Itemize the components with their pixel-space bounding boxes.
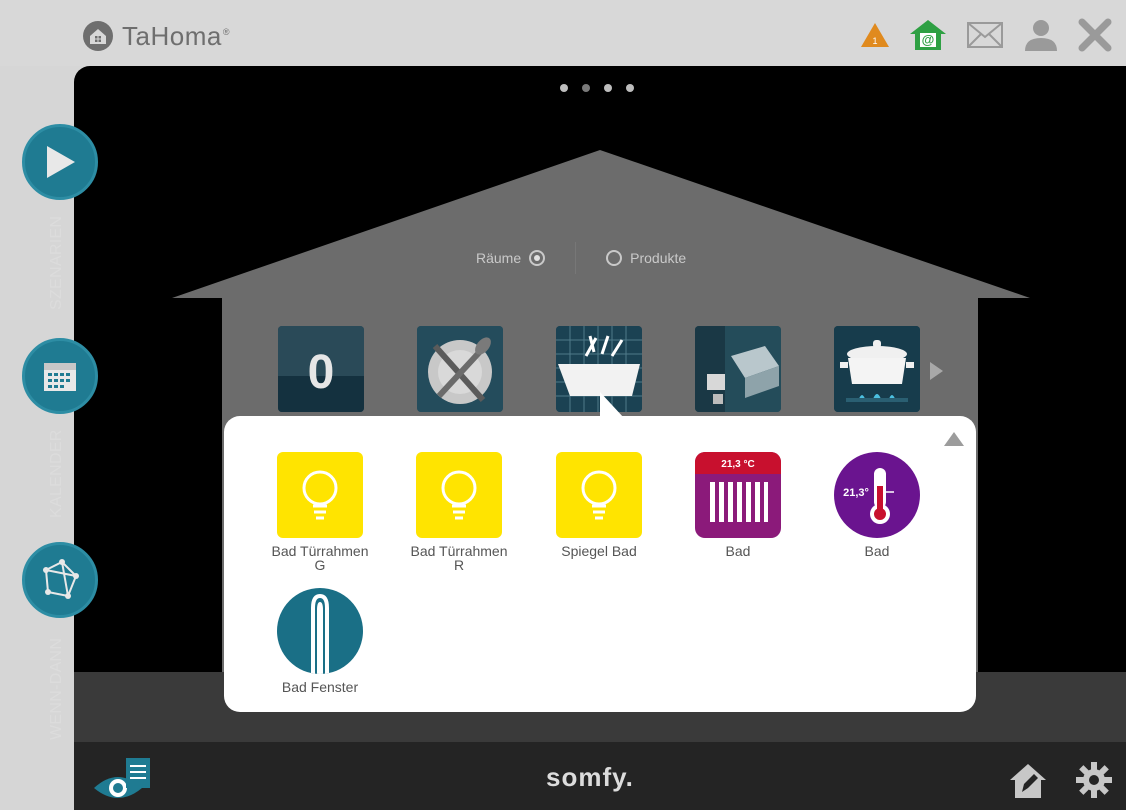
rules-label[interactable]: WENN-DANN <box>48 638 66 740</box>
rooms-radio[interactable] <box>529 250 546 266</box>
close-icon <box>1078 18 1112 52</box>
product-tile[interactable]: 21,3 °C Bad <box>683 452 793 558</box>
product-label: Bad <box>725 543 751 559</box>
products-radio[interactable] <box>606 250 623 266</box>
room-tile-zero[interactable]: 0 <box>278 326 364 412</box>
room-tile-bedroom[interactable] <box>695 326 781 412</box>
popup-pointer <box>600 392 624 418</box>
cooking-pot-icon <box>834 326 920 412</box>
calendar-icon <box>44 363 76 391</box>
collapse-popup-arrow[interactable] <box>944 432 964 446</box>
alert-button[interactable]: 1 <box>860 22 890 48</box>
close-button[interactable] <box>1078 18 1112 52</box>
brand: TaHoma® <box>82 20 230 52</box>
window-contact-icon <box>277 588 363 674</box>
night-mode-icon[interactable] <box>996 128 1086 218</box>
play-icon <box>47 146 75 178</box>
top-bar: TaHoma® 1 @ <box>0 0 1126 66</box>
toggle-divider <box>575 242 577 274</box>
plate-cutlery-icon <box>417 326 503 412</box>
zero-icon: 0 <box>278 326 364 412</box>
svg-text:0: 0 <box>308 346 335 399</box>
mail-icon <box>967 22 1003 48</box>
connection-status-button[interactable]: @ <box>908 18 948 52</box>
view-toggle: Räume Produkte <box>476 242 686 274</box>
rules-button[interactable] <box>22 542 98 618</box>
svg-text:1: 1 <box>872 36 877 46</box>
warning-icon: 1 <box>861 23 889 47</box>
room-tile-bathroom[interactable] <box>556 326 642 412</box>
bed-icon <box>695 326 781 412</box>
settings-gear-icon[interactable] <box>1074 760 1114 800</box>
rooms-next-arrow[interactable] <box>930 362 943 380</box>
calendar-button[interactable] <box>22 338 98 414</box>
home-online-icon: @ <box>910 20 946 50</box>
product-label: Bad Türrahmen R <box>410 543 508 573</box>
room-tile-dining[interactable] <box>417 326 503 412</box>
product-label: Bad Fenster <box>281 679 359 695</box>
product-tile[interactable]: Bad Fenster <box>265 588 375 694</box>
side-menu: SZENARIEN KALENDER WENN-DANN <box>0 66 110 810</box>
room-tile-kitchen[interactable] <box>834 326 920 412</box>
somfy-logo: somfy. <box>546 762 634 792</box>
products-label: Produkte <box>630 250 687 266</box>
product-tile[interactable]: Spiegel Bad <box>544 452 654 558</box>
brand-name: TaHoma® <box>122 20 230 51</box>
user-icon <box>1025 20 1057 51</box>
radiator-icon: 21,3 °C <box>695 452 781 538</box>
product-label: Bad Türrahmen G <box>271 543 369 573</box>
account-button[interactable] <box>1022 19 1060 51</box>
network-nodes-icon <box>43 559 79 599</box>
svg-text:21,3 °C: 21,3 °C <box>721 459 754 470</box>
messages-button[interactable] <box>966 21 1004 49</box>
tahoma-logo-icon <box>83 21 113 51</box>
rooms-label: Räume <box>476 250 522 266</box>
svg-text:@: @ <box>922 32 935 47</box>
svg-text:21,3°: 21,3° <box>843 487 869 499</box>
scenarios-label[interactable]: SZENARIEN <box>48 216 66 310</box>
bathtub-icon <box>556 326 642 412</box>
product-tile[interactable]: 21,3° Bad <box>822 452 932 558</box>
calendar-label[interactable]: KALENDER <box>48 429 66 518</box>
product-label: Spiegel Bad <box>561 543 637 559</box>
scenarios-button[interactable] <box>22 124 98 200</box>
thermometer-icon: 21,3° <box>834 452 920 538</box>
product-label: Bad <box>864 543 890 559</box>
home-edit-icon[interactable] <box>1008 762 1048 800</box>
product-tile[interactable]: Bad Türrahmen R <box>404 452 514 572</box>
light-bulb-icon <box>556 452 642 538</box>
light-bulb-icon <box>277 452 363 538</box>
product-tile[interactable]: Bad Türrahmen G <box>265 452 375 572</box>
light-bulb-icon <box>416 452 502 538</box>
